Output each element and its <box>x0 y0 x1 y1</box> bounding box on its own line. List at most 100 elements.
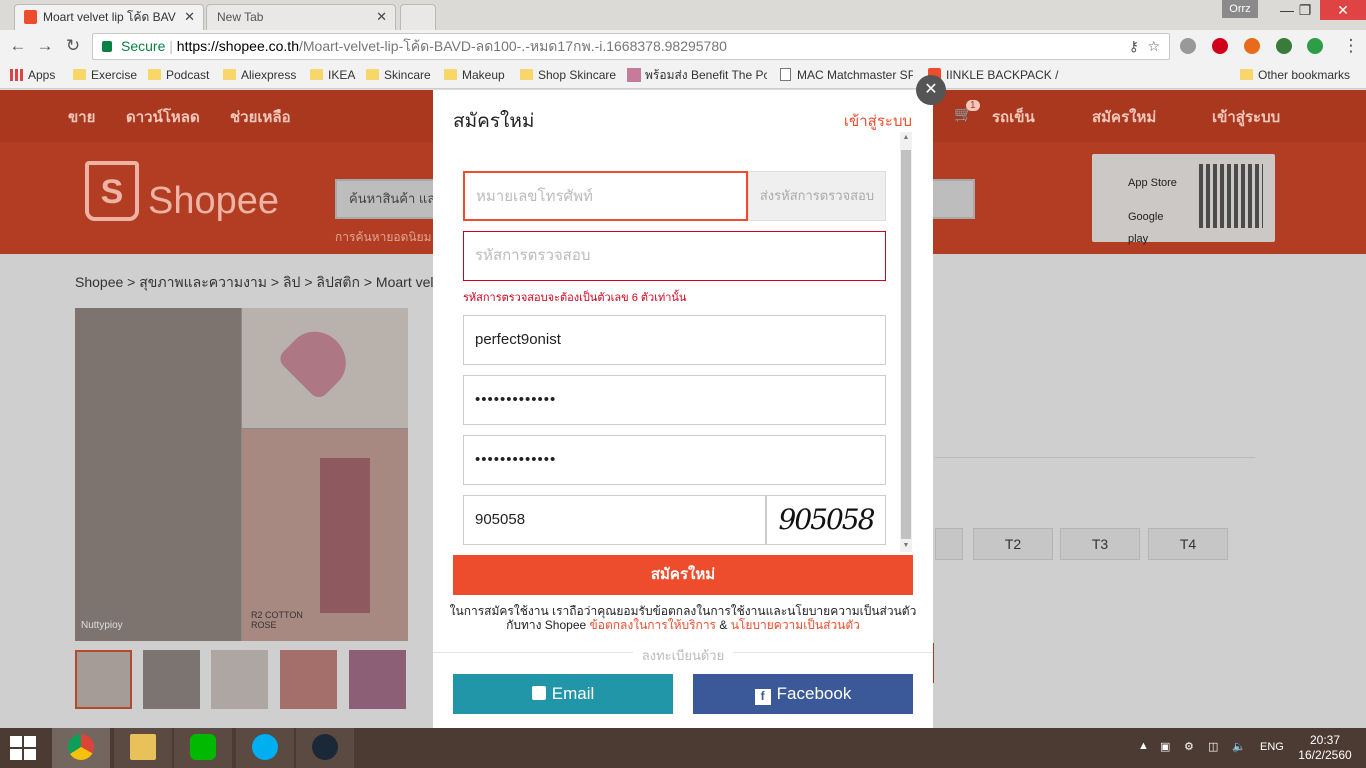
bookmark-skincare[interactable]: Skincare <box>366 67 431 85</box>
tab-title: Moart velvet lip โค้ด BAV <box>43 10 176 24</box>
captcha-input[interactable]: 905058 <box>463 495 766 545</box>
scroll-up-icon[interactable]: ▲ <box>901 134 911 141</box>
thumbnail[interactable] <box>75 650 132 709</box>
captcha-image[interactable]: 905058 <box>766 495 886 545</box>
language-indicator[interactable]: ENG <box>1260 741 1284 753</box>
forward-icon[interactable]: → <box>34 36 56 56</box>
volume-icon[interactable]: 🔈 <box>1232 740 1246 753</box>
modal-close-icon[interactable]: ✕ <box>916 75 946 105</box>
product-image[interactable]: Nuttypioy R2 COTTON ROSE <box>75 308 408 641</box>
address-bar[interactable]: Secure | https://shopee.co.th/Moart-velv… <box>92 33 1170 60</box>
signup-submit-button[interactable]: สมัครใหม่ <box>453 555 913 595</box>
variant-button-partial[interactable] <box>935 528 963 560</box>
tab-new-tab[interactable]: New Tab ✕ <box>206 4 396 30</box>
chrome-icon[interactable] <box>52 728 110 768</box>
terms-of-service-link[interactable]: ข้อตกลงในการให้บริการ <box>590 618 716 632</box>
clock[interactable]: 20:37 16/2/2560 <box>1290 733 1360 763</box>
tab-shopee[interactable]: Moart velvet lip โค้ด BAV ✕ <box>14 4 204 30</box>
network-icon[interactable]: ▣ <box>1160 740 1170 753</box>
nav-signup[interactable]: สมัครใหม่ <box>1092 105 1156 129</box>
login-link[interactable]: เข้าสู่ระบบ <box>844 109 912 133</box>
modal-scrollbar[interactable]: ▲ ▼ <box>900 132 912 552</box>
bookmark-label: Makeup <box>462 68 505 82</box>
extension-icon[interactable] <box>1180 38 1196 54</box>
nav-help[interactable]: ช่วยเหลือ <box>230 105 291 129</box>
bookmark-exercise[interactable]: Exercise <box>73 67 137 85</box>
thumbnail[interactable] <box>349 650 406 709</box>
nav-download[interactable]: ดาวน์โหลด <box>126 105 200 129</box>
email-signup-button[interactable]: Email <box>453 674 673 714</box>
bookmark-label: IINKLE BACKPACK / ล <box>946 68 1063 82</box>
bookmark-benefit[interactable]: พร้อมส่ง Benefit The Pc <box>627 67 767 85</box>
thumbnail[interactable] <box>143 650 200 709</box>
bookmark-apps[interactable]: Apps <box>10 67 55 85</box>
steam-icon[interactable] <box>296 728 354 768</box>
line-icon[interactable] <box>174 728 232 768</box>
close-tab-icon[interactable]: ✕ <box>184 5 195 29</box>
username-input[interactable]: perfect9onist <box>463 315 886 365</box>
reload-icon[interactable]: ↻ <box>62 36 84 56</box>
bookmark-other[interactable]: Other bookmarks <box>1240 67 1350 85</box>
variant-button-t2[interactable]: T2 <box>973 528 1053 560</box>
new-tab-button[interactable] <box>400 4 436 30</box>
bookmark-label: Exercise <box>91 68 138 82</box>
clock-date: 16/2/2560 <box>1298 748 1352 762</box>
star-icon[interactable]: ☆ <box>1147 34 1160 59</box>
menu-icon[interactable]: ⋮ <box>1340 36 1362 56</box>
bookmark-iinkle-backpack[interactable]: IINKLE BACKPACK / ล <box>928 67 1063 85</box>
skype-icon[interactable] <box>236 728 294 768</box>
bookmark-makeup[interactable]: Makeup <box>444 67 505 85</box>
confirm-password-input[interactable]: ••••••••••••• <box>463 435 886 485</box>
shopee-logo-icon[interactable]: S <box>85 161 139 221</box>
app-store-badge[interactable]: App Store <box>1106 172 1186 194</box>
app-store-label: App Store <box>1128 177 1177 189</box>
nav-cart[interactable]: รถเข็น <box>992 105 1035 129</box>
new-extension-icon[interactable] <box>1307 38 1323 54</box>
send-code-button[interactable]: ส่งรหัสการตรวจสอบ <box>748 171 886 221</box>
variant-button-t4[interactable]: T4 <box>1148 528 1228 560</box>
file-explorer-icon[interactable] <box>114 728 172 768</box>
facebook-signup-button[interactable]: f Facebook <box>693 674 913 714</box>
divider-line <box>935 457 1255 458</box>
globe-extension-icon[interactable] <box>1276 38 1292 54</box>
phone-input[interactable]: หมายเลขโทรศัพท์ <box>463 171 748 221</box>
fire-extension-icon[interactable] <box>1244 38 1260 54</box>
register-with-label: ลงทะเบียนด้วย <box>633 645 733 666</box>
breadcrumb[interactable]: Shopee > สุขภาพและความงาม > ลิป > ลิปสติ… <box>75 272 441 294</box>
settings-tray-icon[interactable]: ⚙ <box>1184 740 1194 753</box>
facebook-button-label: Facebook <box>776 684 852 703</box>
bookmark-podcast[interactable]: Podcast <box>148 67 209 85</box>
profile-button[interactable]: Orrz <box>1222 0 1258 18</box>
window-close-icon[interactable]: ✕ <box>1320 0 1366 20</box>
opera-icon[interactable] <box>1212 38 1228 54</box>
nav-sell[interactable]: ขาย <box>68 105 95 129</box>
back-icon[interactable]: ← <box>7 36 29 56</box>
image-watermark: Nuttypioy <box>81 620 123 631</box>
bookmark-shop-skincare[interactable]: Shop Skincare <box>520 67 616 85</box>
bookmark-ikea[interactable]: IKEA <box>310 67 355 85</box>
thumbnail[interactable] <box>280 650 337 709</box>
tray-expand-icon[interactable]: ▲ <box>1138 740 1149 752</box>
bookmark-label: IKEA <box>328 68 356 82</box>
nav-login[interactable]: เข้าสู่ระบบ <box>1212 105 1280 129</box>
google-play-badge[interactable]: Google play <box>1106 206 1186 245</box>
image-icon <box>627 68 641 82</box>
folder-icon <box>1240 69 1253 80</box>
privacy-policy-link[interactable]: นโยบายความเป็นส่วนตัว <box>731 618 860 632</box>
browser-toolbar: ← → ↻ Secure | https://shopee.co.th/Moar… <box>0 30 1366 63</box>
restore-icon[interactable]: ❐ <box>1288 0 1322 20</box>
scroll-down-icon[interactable]: ▼ <box>901 542 911 549</box>
windows-start-icon[interactable] <box>10 736 38 760</box>
shopee-logo-text[interactable]: Shopee <box>148 180 279 223</box>
close-tab-icon[interactable]: ✕ <box>376 5 387 29</box>
key-icon[interactable]: ⚷ <box>1129 34 1139 59</box>
bookmark-aliexpress[interactable]: Aliexpress <box>223 67 296 85</box>
thumbnail[interactable] <box>211 650 268 709</box>
wifi-icon[interactable]: ◫ <box>1208 740 1218 753</box>
password-input[interactable]: ••••••••••••• <box>463 375 886 425</box>
bookmark-mac-matchmaster[interactable]: MAC Matchmaster SP <box>779 67 913 85</box>
variant-button-t3[interactable]: T3 <box>1060 528 1140 560</box>
verification-code-input[interactable]: รหัสการตรวจสอบ <box>463 231 886 281</box>
scrollbar-thumb[interactable] <box>901 150 911 539</box>
google-play-label: Google play <box>1128 211 1164 245</box>
